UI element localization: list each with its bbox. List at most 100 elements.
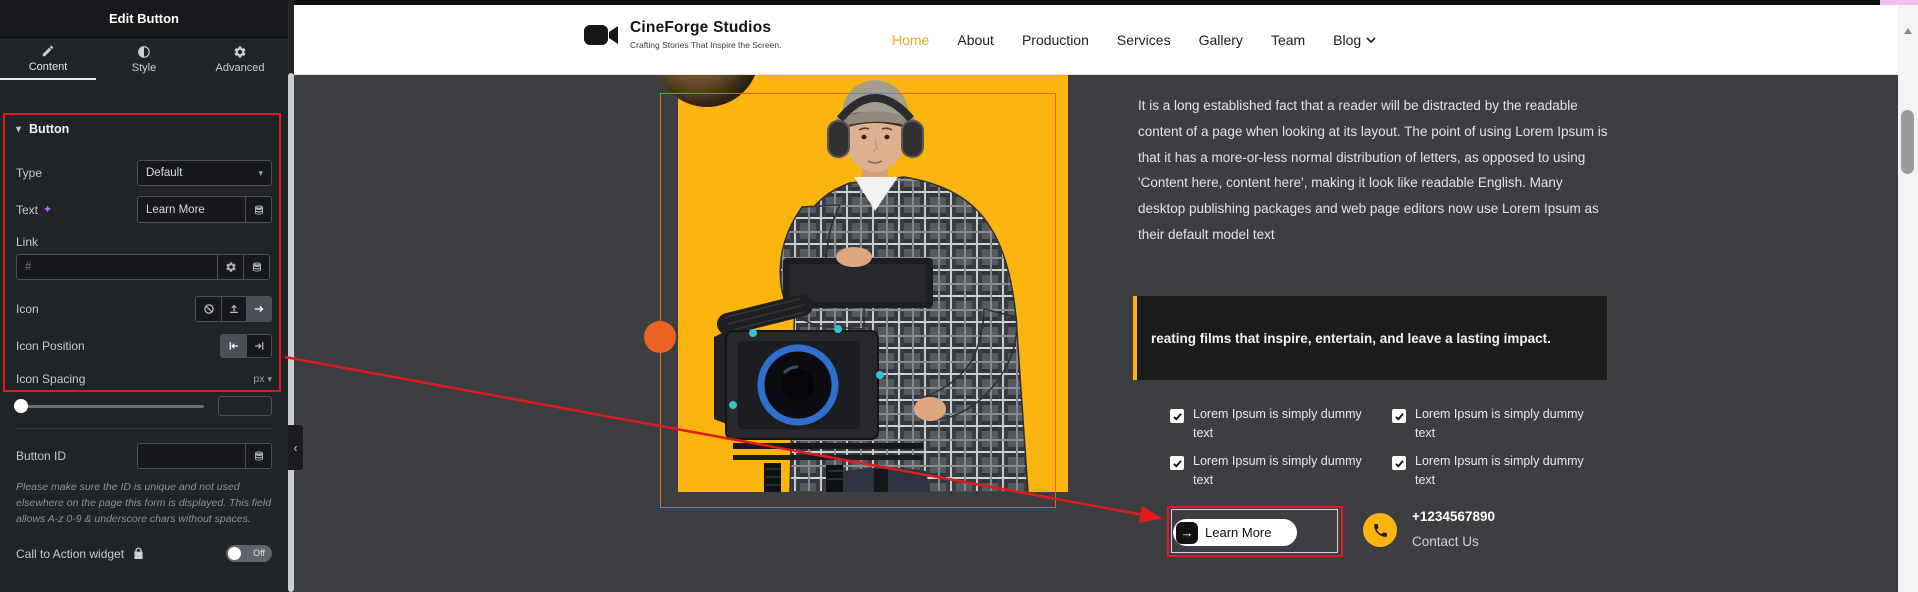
checkbox-checked[interactable] [1170, 456, 1184, 470]
icon-position-label: Icon Position [16, 339, 85, 353]
phone-number[interactable]: +1234567890 [1412, 509, 1495, 524]
toggle-knob [228, 547, 241, 560]
site-preview: It is a long established fact that a rea… [294, 0, 1898, 592]
nav-team[interactable]: Team [1271, 32, 1305, 48]
element-hover-outline [660, 93, 1056, 508]
database-icon [253, 450, 265, 462]
ai-sparkle-icon[interactable]: ✦ [43, 203, 52, 216]
button-id-input[interactable] [138, 444, 245, 468]
quote-text: reating films that inspire, entertain, a… [1137, 331, 1565, 346]
icon-position-left-button[interactable] [221, 335, 246, 357]
learn-more-label: Learn More [1205, 525, 1271, 540]
chevron-down-icon: ▾ [258, 168, 263, 179]
pencil-icon [41, 44, 55, 58]
panel-collapse-handle[interactable]: ‹ [288, 425, 303, 470]
tab-advanced[interactable]: Advanced [192, 39, 288, 80]
nav-about[interactable]: About [957, 32, 994, 48]
list-item: Lorem Ipsum is simply dummy text [1392, 452, 1614, 490]
cta-widget-label: Call to Action widget [16, 547, 144, 561]
slider-handle[interactable] [14, 399, 28, 413]
icon-position-control [220, 334, 272, 358]
unit-select[interactable]: px ▾ [253, 373, 272, 385]
brand-tagline: Crafting Stories That Inspire the Screen… [630, 40, 782, 50]
page-scrollbar[interactable] [1898, 0, 1918, 592]
link-dynamic-tags-button[interactable] [243, 255, 269, 279]
tab-content-label: Content [29, 61, 68, 73]
brand-name: CineForge Studios [630, 19, 782, 37]
nav-services[interactable]: Services [1117, 32, 1171, 48]
type-select-value: Default [146, 167, 182, 179]
checkbox-checked[interactable] [1392, 409, 1406, 423]
gear-icon [233, 45, 247, 59]
database-icon [251, 261, 263, 273]
list-item: Lorem Ipsum is simply dummy text [1170, 452, 1392, 490]
tab-content[interactable]: Content [0, 39, 96, 80]
cta-widget-toggle[interactable]: Off [226, 545, 272, 562]
feature-checklist: Lorem Ipsum is simply dummy text Lorem I… [1170, 405, 1614, 490]
icon-label: Icon [16, 302, 39, 316]
link-label: Link [16, 235, 272, 249]
arrow-right-icon [253, 303, 265, 315]
icon-spacing-slider[interactable] [16, 405, 204, 408]
type-label: Type [16, 166, 42, 180]
phone-button[interactable] [1363, 513, 1397, 547]
scrollbar-up-arrow[interactable] [1904, 28, 1912, 34]
nav-production[interactable]: Production [1022, 32, 1089, 48]
checkbox-label: Lorem Ipsum is simply dummy text [1193, 405, 1365, 443]
icon-position-right-button[interactable] [246, 335, 271, 357]
tab-style[interactable]: Style [96, 39, 192, 80]
panel-title: Edit Button [0, 0, 288, 38]
align-arrow-left-icon [228, 340, 240, 352]
nav-gallery[interactable]: Gallery [1199, 32, 1243, 48]
button-section-title: Button [29, 122, 69, 136]
icon-chooser [195, 296, 272, 322]
link-input[interactable] [17, 255, 217, 279]
align-arrow-right-icon [253, 340, 265, 352]
nav-blog[interactable]: Blog [1333, 32, 1376, 48]
learn-more-button[interactable]: → Learn More [1173, 519, 1297, 546]
panel-tabs: Content Style Advanced [0, 39, 288, 80]
contrast-icon [137, 45, 151, 59]
dynamic-tags-button[interactable] [245, 197, 271, 222]
intro-paragraph: It is a long established fact that a rea… [1138, 93, 1610, 248]
list-item: Lorem Ipsum is simply dummy text [1392, 405, 1614, 443]
divider [16, 428, 272, 429]
text-input[interactable] [138, 197, 245, 222]
contact-us-label[interactable]: Contact Us [1412, 534, 1479, 549]
top-strip [294, 0, 1898, 5]
main-nav: Home About Production Services Gallery T… [892, 5, 1376, 75]
button-section-header[interactable]: ▾ Button [16, 122, 272, 136]
scrollbar-thumb[interactable] [1901, 110, 1914, 174]
chevron-down-icon: ▾ [267, 374, 272, 385]
ban-icon [203, 303, 215, 315]
site-header: CineForge Studios Crafting Stories That … [294, 5, 1898, 75]
tab-advanced-label: Advanced [216, 62, 265, 74]
type-select[interactable]: Default ▾ [137, 160, 272, 186]
text-label: Text ✦ [16, 203, 52, 217]
accordion-caret-icon: ▾ [16, 124, 21, 135]
link-options-button[interactable] [217, 255, 243, 279]
unit-value: px [253, 373, 264, 385]
icon-none-button[interactable] [196, 297, 221, 321]
chevron-down-icon [1366, 37, 1376, 43]
checkbox-checked[interactable] [1392, 456, 1406, 470]
icon-spacing-label: Icon Spacing [16, 372, 85, 386]
quote-block: reating films that inspire, entertain, a… [1133, 296, 1607, 380]
elementor-panel: Edit Button Content Style Advanced ▾ But… [0, 0, 294, 592]
nav-blog-label: Blog [1333, 32, 1361, 48]
database-icon [253, 204, 265, 216]
panel-scrollbar[interactable] [288, 73, 294, 592]
text-label-text: Text [16, 203, 38, 217]
icon-spacing-value-input[interactable] [218, 396, 272, 416]
checkbox-checked[interactable] [1170, 409, 1184, 423]
brand[interactable]: CineForge Studios Crafting Stories That … [582, 19, 782, 50]
button-id-dynamic-tags-button[interactable] [245, 444, 271, 468]
top-strip-selection [1880, 0, 1898, 5]
lock-icon [133, 547, 144, 560]
icon-upload-button[interactable] [221, 297, 246, 321]
checkbox-label: Lorem Ipsum is simply dummy text [1415, 452, 1587, 490]
checkbox-label: Lorem Ipsum is simply dummy text [1415, 405, 1587, 443]
icon-library-button[interactable] [246, 297, 271, 321]
checkbox-label: Lorem Ipsum is simply dummy text [1193, 452, 1365, 490]
nav-home[interactable]: Home [892, 32, 929, 48]
